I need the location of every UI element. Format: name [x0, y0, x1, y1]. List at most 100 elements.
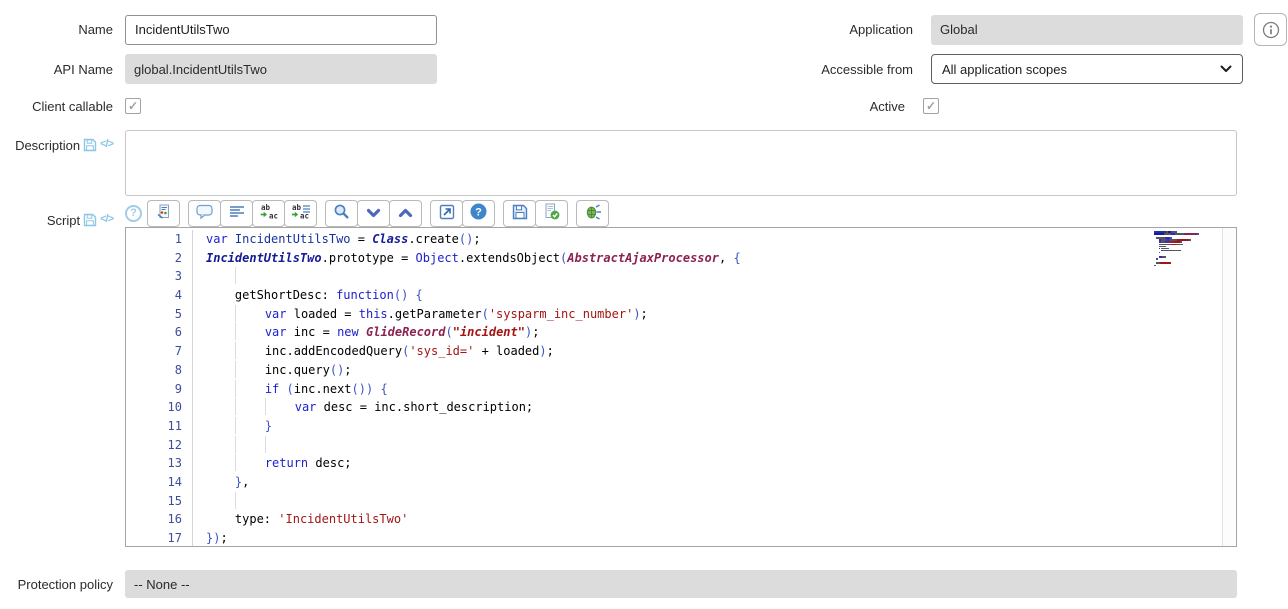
line-number: 9 [126, 380, 193, 399]
replace-button[interactable]: abac [252, 200, 285, 227]
comment-icon [196, 204, 214, 223]
protection-policy-field: -- None -- [125, 570, 1237, 598]
code-line: 6 var inc = new GlideRecord("incident"); [126, 323, 1236, 342]
script-toolbar-groups: abac abac? [147, 200, 617, 227]
script-label: Script </> [0, 199, 117, 228]
line-number: 12 [126, 436, 193, 455]
name-input[interactable] [125, 15, 437, 45]
line-number: 4 [126, 286, 193, 305]
editor-scrollbar[interactable] [1222, 228, 1236, 546]
description-label: Description </> [0, 130, 117, 153]
line-number: 1 [126, 230, 193, 249]
script-editor-area: ? abac abac? 1var IncidentUtilsTwo = Clas… [125, 199, 1237, 547]
code-line: 4 getShortDesc: function() { [126, 286, 1236, 305]
line-number: 8 [126, 361, 193, 380]
line-number: 17 [126, 529, 193, 547]
code-line: 9 if (inc.next()) { [126, 380, 1236, 399]
script-include-form: Name Application Global API Name global.… [0, 0, 1288, 609]
row-apiname-accessible: API Name global.IncidentUtilsTwo Accessi… [0, 54, 1288, 84]
code-line: 10 var desc = inc.short_description; [126, 398, 1236, 417]
client-callable-label: Client callable [0, 99, 117, 114]
svg-text:ac: ac [300, 212, 309, 221]
syntax-check-icon [543, 203, 560, 223]
line-number: 2 [126, 249, 193, 268]
toolbar-help-icon[interactable]: ? [125, 205, 142, 222]
line-number: 3 [126, 267, 193, 286]
chevron-down-icon [366, 206, 381, 221]
save-icon [512, 204, 528, 223]
script-debugger-button[interactable] [576, 200, 609, 227]
row-protection-policy: Protection policy -- None -- [0, 570, 1288, 598]
code-line: 16 type: 'IncidentUtilsTwo' [126, 510, 1236, 529]
help-filled-icon: ? [470, 203, 487, 223]
search-icon [333, 203, 350, 223]
line-number: 6 [126, 323, 193, 342]
code-line: 11 } [126, 417, 1236, 436]
line-number: 14 [126, 473, 193, 492]
script-editor[interactable]: 1var IncidentUtilsTwo = Class.create();2… [125, 227, 1237, 547]
format-code-button[interactable] [220, 200, 253, 227]
line-number: 13 [126, 454, 193, 473]
editor-help-button[interactable]: ? [462, 200, 495, 227]
client-callable-checkbox[interactable]: ✓ [125, 98, 141, 114]
code-line: 14 }, [126, 473, 1236, 492]
line-number: 7 [126, 342, 193, 361]
save-field-icon[interactable] [83, 138, 97, 152]
find-next-button[interactable] [357, 200, 390, 227]
svg-text:?: ? [475, 207, 482, 219]
code-lines: 1var IncidentUtilsTwo = Class.create();2… [126, 230, 1236, 547]
accessible-from-label: Accessible from [437, 62, 923, 77]
line-number: 16 [126, 510, 193, 529]
row-checkboxes: Client callable ✓ Active ✓ [0, 98, 1288, 114]
application-label: Application [437, 22, 923, 37]
line-number: 15 [126, 492, 193, 511]
name-label: Name [0, 22, 117, 37]
debug-icon [584, 203, 602, 223]
code-line: 2IncidentUtilsTwo.prototype = Object.ext… [126, 249, 1236, 268]
script-color-icon [155, 203, 173, 223]
checkmark-icon: ✓ [926, 100, 936, 112]
code-line: 8 inc.query(); [126, 361, 1236, 380]
code-line: 3 [126, 267, 1236, 286]
code-line: 15 [126, 492, 1236, 511]
syntax-macro-button[interactable] [147, 200, 180, 227]
checkmark-icon: ✓ [128, 100, 138, 112]
description-textarea[interactable] [125, 130, 1237, 196]
format-lines-icon [229, 205, 245, 222]
code-line: 12 [126, 436, 1236, 455]
code-minimap [1154, 231, 1216, 267]
row-description: Description </> [0, 130, 1288, 196]
active-checkbox[interactable]: ✓ [923, 98, 939, 114]
code-line: 5 var loaded = this.getParameter('syspar… [126, 305, 1236, 324]
protection-policy-label: Protection policy [0, 577, 117, 592]
code-line: 1var IncidentUtilsTwo = Class.create(); [126, 230, 1236, 249]
chevron-up-icon [398, 206, 413, 221]
info-icon [1262, 21, 1280, 39]
api-name-field: global.IncidentUtilsTwo [125, 54, 437, 84]
open-in-new-window-button[interactable] [430, 200, 463, 227]
api-name-label: API Name [0, 62, 117, 77]
script-toolbar: ? abac abac? [125, 199, 1237, 227]
save-script-button[interactable] [503, 200, 536, 227]
code-line: 7 inc.addEncodedQuery('sys_id=' + loaded… [126, 342, 1236, 361]
code-field-icon[interactable]: </> [100, 213, 113, 225]
code-field-icon[interactable]: </> [100, 138, 113, 150]
svg-text:ac: ac [269, 212, 278, 221]
info-button[interactable] [1254, 13, 1287, 46]
line-number: 11 [126, 417, 193, 436]
replace-all-button[interactable]: abac [284, 200, 317, 227]
replace-icon: abac [259, 203, 278, 223]
chevron-down-icon [1220, 65, 1232, 73]
accessible-from-select[interactable]: All application scopes [931, 54, 1243, 84]
syntax-check-button[interactable] [535, 200, 568, 227]
save-field-icon[interactable] [83, 213, 97, 227]
popout-icon [439, 204, 455, 223]
find-previous-button[interactable] [389, 200, 422, 227]
active-label: Active [429, 99, 915, 114]
toggle-comment-button[interactable] [188, 200, 221, 227]
line-number: 10 [126, 398, 193, 417]
line-number: 5 [126, 305, 193, 324]
code-line: 13 return desc; [126, 454, 1236, 473]
application-field: Global [931, 15, 1243, 45]
find-button[interactable] [325, 200, 358, 227]
